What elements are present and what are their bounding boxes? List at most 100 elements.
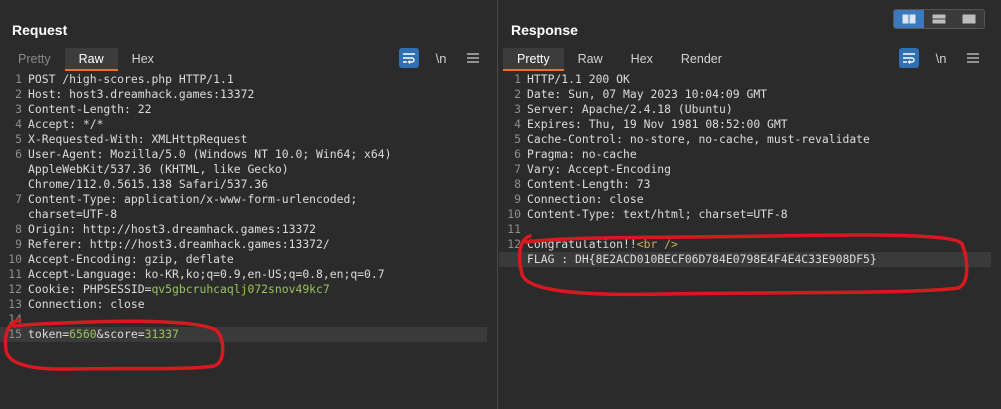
- request-toolbar: \n: [399, 48, 483, 68]
- request-line: 5 X-Requested-With: XMLHttpRequest: [0, 132, 487, 147]
- header-name: Origin:: [28, 222, 83, 236]
- line-content: token=6560&score=31337: [28, 327, 179, 342]
- param-value: 6560: [69, 327, 97, 341]
- line-content: Date: Sun, 07 May 2023 10:04:09 GMT: [527, 87, 767, 102]
- line-content: Accept-Language: ko-KR,ko;q=0.9,en-US;q=…: [28, 267, 385, 282]
- line-content: Content-Type: text/html; charset=UTF-8: [527, 207, 788, 222]
- response-line: 2 Date: Sun, 07 May 2023 10:04:09 GMT: [499, 87, 991, 102]
- line-number: 7: [514, 162, 521, 176]
- header-name: Connection:: [28, 297, 111, 311]
- header-name: Accept:: [28, 117, 83, 131]
- header-name: Date:: [527, 87, 569, 101]
- request-line: 13 Connection: close: [0, 297, 487, 312]
- header-name: Host:: [28, 87, 70, 101]
- line-content: Server: Apache/2.4.18 (Ubuntu): [527, 102, 733, 117]
- line-content: Accept-Encoding: gzip, deflate: [28, 252, 234, 267]
- header-name: Connection:: [527, 192, 610, 206]
- header-name: Cache-Control:: [527, 132, 630, 146]
- response-tab-raw[interactable]: Raw: [564, 48, 617, 71]
- request-line: 3 Content-Length: 22: [0, 102, 487, 117]
- line-content: HTTP/1.1 200 OK: [527, 72, 630, 87]
- header-name: Content-Type:: [527, 207, 624, 221]
- line-content: Connection: close: [28, 297, 145, 312]
- line-content: Content-Length: 22: [28, 102, 151, 117]
- cookie-value: qv5gbcruhcaqlj072snov49kc7: [151, 282, 330, 296]
- param-name: &score=: [96, 327, 145, 341]
- request-line: 9 Referer: http://host3.dreamhack.games:1…: [0, 237, 487, 252]
- request-line: 7 Content-Type: application/x-www-form-ur…: [0, 192, 487, 207]
- line-number: 6: [15, 147, 22, 161]
- request-tab-pretty[interactable]: Pretty: [4, 48, 65, 71]
- response-line: 9 Connection: close: [499, 192, 991, 207]
- html-tag: <br />: [636, 237, 678, 251]
- line-text: HTTP/1.1 200 OK: [527, 72, 630, 86]
- response-tab-render[interactable]: Render: [667, 48, 736, 71]
- request-pane: Request Pretty Raw Hex \n 1 POST /high-scor…: [0, 0, 498, 409]
- line-content: Content-Type: application/x-www-form-url…: [28, 192, 357, 207]
- request-line: AppleWebKit/537.36 (KHTML, like Gecko): [0, 162, 487, 177]
- param-value: 31337: [144, 327, 179, 341]
- header-value: Thu, 19 Nov 1981 08:52:00 GMT: [588, 117, 788, 131]
- wrap-lines-icon[interactable]: [899, 48, 919, 68]
- line-content: Chrome/112.0.5615.138 Safari/537.36: [28, 177, 268, 192]
- response-tab-pretty[interactable]: Pretty: [503, 48, 564, 71]
- line-text: POST /high-scores.php HTTP/1.1: [28, 72, 234, 86]
- single-pane-icon[interactable]: [954, 10, 984, 28]
- request-line: 10 Accept-Encoding: gzip, deflate: [0, 252, 487, 267]
- line-number: 2: [15, 87, 22, 101]
- side-by-side-icon[interactable]: [894, 10, 924, 28]
- response-tab-hex[interactable]: Hex: [617, 48, 667, 71]
- line-number: 11: [507, 222, 521, 236]
- line-content: Vary: Accept-Encoding: [527, 162, 671, 177]
- line-number: 5: [15, 132, 22, 146]
- line-number: 5: [514, 132, 521, 146]
- line-number: 12: [8, 282, 22, 296]
- line-number: 6: [514, 147, 521, 161]
- line-number: 8: [514, 177, 521, 191]
- line-content: Expires: Thu, 19 Nov 1981 08:52:00 GMT: [527, 117, 788, 132]
- response-line: 10 Content-Type: text/html; charset=UTF-8: [499, 207, 991, 222]
- request-editor[interactable]: 1 POST /high-scores.php HTTP/1.1 2 Host: ho…: [0, 72, 497, 409]
- response-line: 12 Congratulation!!<br />: [499, 237, 991, 252]
- menu-icon[interactable]: [463, 48, 483, 68]
- header-value: XMLHttpRequest: [151, 132, 248, 146]
- show-newlines-button[interactable]: \n: [931, 48, 951, 68]
- line-content: Connection: close: [527, 192, 644, 207]
- line-text: FLAG : DH{8E2ACD010BECF06D784E0798E4F4E4…: [527, 252, 877, 266]
- param-name: token=: [28, 327, 70, 341]
- cookie-name: PHPSESSID=: [82, 282, 152, 296]
- line-number: 11: [8, 267, 22, 281]
- header-name: Referer:: [28, 237, 90, 251]
- request-line: 1 POST /high-scores.php HTTP/1.1: [0, 72, 487, 87]
- line-content: X-Requested-With: XMLHttpRequest: [28, 132, 247, 147]
- line-content: Congratulation!!<br />: [527, 237, 678, 252]
- request-line: 8 Origin: http://host3.dreamhack.games:13…: [0, 222, 487, 237]
- line-content: User-Agent: Mozilla/5.0 (Windows NT 10.0…: [28, 147, 391, 162]
- header-name: Cookie:: [28, 282, 83, 296]
- line-text: charset=UTF-8: [28, 207, 118, 221]
- request-line: 4 Accept: */*: [0, 117, 487, 132]
- header-name: Accept-Language:: [28, 267, 145, 281]
- line-text: Chrome/112.0.5615.138 Safari/537.36: [28, 177, 269, 191]
- header-value: Accept-Encoding: [568, 162, 672, 176]
- header-name: Content-Type:: [28, 192, 125, 206]
- header-value: no-store, no-cache, must-revalidate: [629, 132, 870, 146]
- response-editor[interactable]: 1 HTTP/1.1 200 OK 2 Date: Sun, 07 May 2023 …: [499, 72, 1001, 409]
- line-number: 12: [507, 237, 521, 251]
- request-tab-raw[interactable]: Raw: [64, 48, 118, 71]
- line-content: Cache-Control: no-store, no-cache, must-…: [527, 132, 870, 147]
- line-number: 4: [514, 117, 521, 131]
- header-value: host3.dreamhack.games:13372: [69, 87, 255, 101]
- request-tab-hex[interactable]: Hex: [118, 48, 168, 71]
- header-value: */*: [82, 117, 104, 131]
- layout-switch: [893, 9, 985, 29]
- header-name: Expires:: [527, 117, 589, 131]
- line-number: 2: [514, 87, 521, 101]
- menu-icon[interactable]: [963, 48, 983, 68]
- line-number: 9: [15, 237, 22, 251]
- wrap-lines-icon[interactable]: [399, 48, 419, 68]
- show-newlines-button[interactable]: \n: [431, 48, 451, 68]
- response-line: 6 Pragma: no-cache: [499, 147, 991, 162]
- line-content: FLAG : DH{8E2ACD010BECF06D784E0798E4F4E4…: [527, 252, 877, 267]
- stacked-icon[interactable]: [924, 10, 954, 28]
